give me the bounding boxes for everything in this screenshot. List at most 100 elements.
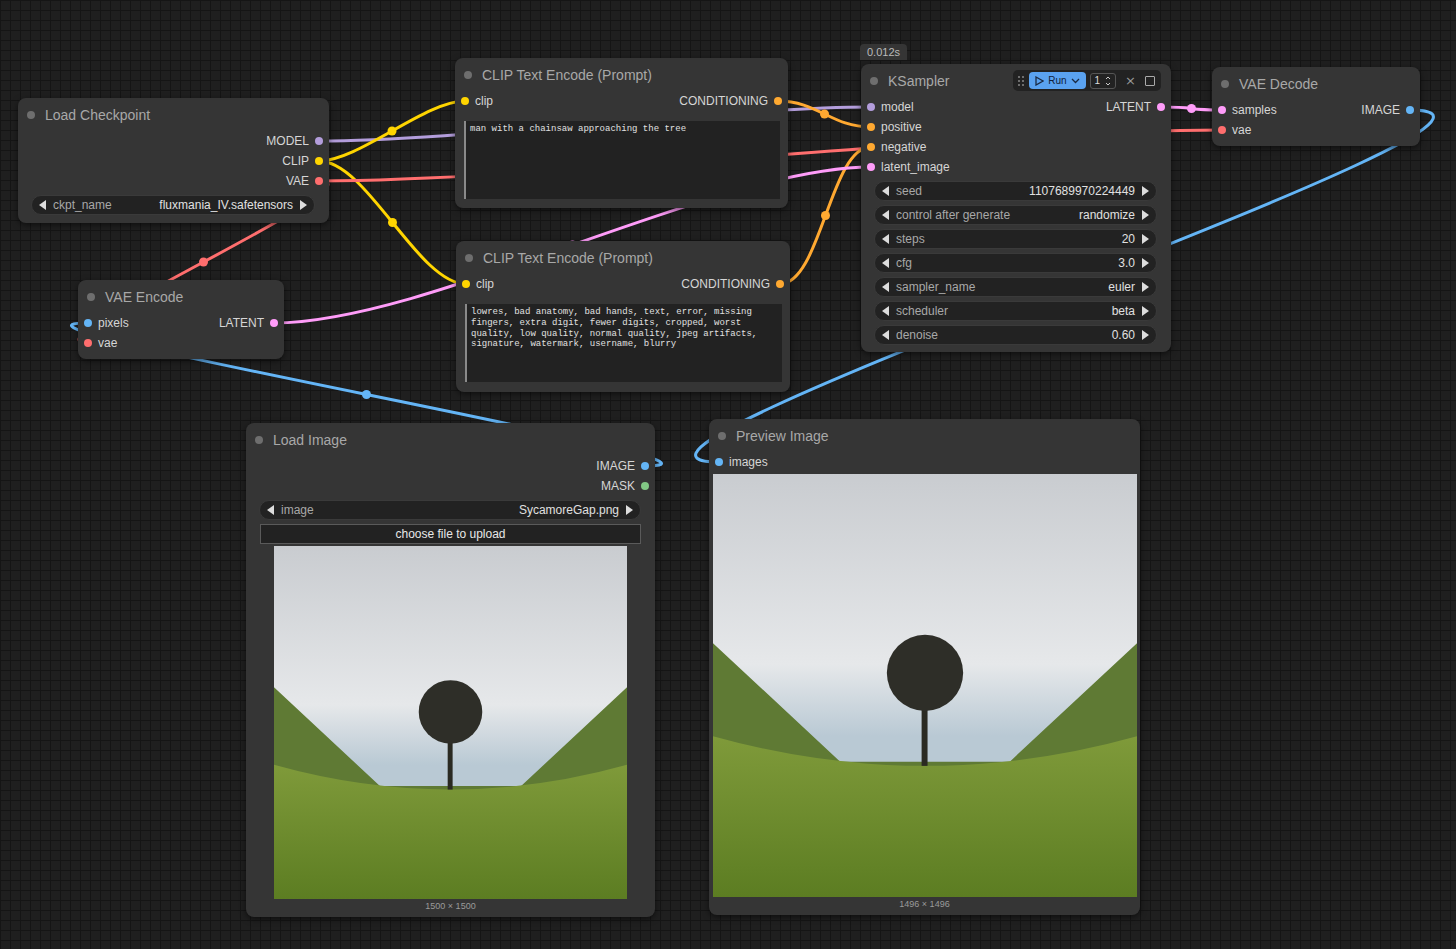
spinner-icon[interactable] bbox=[1105, 75, 1111, 87]
stop-icon[interactable] bbox=[1145, 76, 1155, 86]
input-slot[interactable]: model bbox=[861, 100, 914, 114]
slot-dot-icon[interactable] bbox=[84, 319, 92, 327]
upload-button[interactable]: choose file to upload bbox=[260, 524, 641, 544]
widget-field[interactable]: denoise0.60 bbox=[874, 325, 1157, 345]
slot-dot-icon[interactable] bbox=[1218, 106, 1226, 114]
slot-dot-icon[interactable] bbox=[84, 339, 92, 347]
graph-node[interactable]: VAE Encode pixels LATENT vae bbox=[78, 280, 284, 359]
slot-dot-icon[interactable] bbox=[867, 163, 875, 171]
input-slot[interactable]: samples bbox=[1212, 103, 1277, 117]
link-center-icon[interactable] bbox=[821, 211, 830, 220]
node-header[interactable]: CLIP Text Encode (Prompt) bbox=[455, 58, 788, 91]
graph-node[interactable]: CLIP Text Encode (Prompt) clip CONDITIONIN… bbox=[456, 241, 790, 392]
link-wire[interactable] bbox=[778, 101, 871, 127]
drag-handle-icon[interactable] bbox=[1017, 74, 1025, 88]
slot-dot-icon[interactable] bbox=[715, 458, 723, 466]
widget-field[interactable]: control after generaterandomize bbox=[874, 205, 1157, 225]
increment-arrow-icon[interactable] bbox=[1141, 234, 1149, 244]
link-center-icon[interactable] bbox=[362, 390, 371, 399]
decrement-arrow-icon[interactable] bbox=[882, 186, 890, 196]
graph-node[interactable]: Load Image IMAGE MASK imageSycamoreGap.png c… bbox=[246, 423, 655, 917]
decrement-arrow-icon[interactable] bbox=[882, 258, 890, 268]
input-slot[interactable]: clip bbox=[455, 94, 493, 108]
prompt-textarea[interactable]: lowres, bad anatomy, bad hands, text, er… bbox=[465, 304, 782, 382]
node-header[interactable]: CLIP Text Encode (Prompt) bbox=[456, 241, 790, 274]
graph-canvas[interactable]: Load CheckpointMODELCLIPVAEckpt_nameflux… bbox=[0, 0, 1456, 949]
input-slot[interactable]: positive bbox=[861, 120, 922, 134]
increment-arrow-icon[interactable] bbox=[1141, 282, 1149, 292]
widget-field[interactable]: seed1107689970224449 bbox=[874, 181, 1157, 201]
input-slot[interactable]: pixels bbox=[78, 316, 129, 330]
increment-arrow-icon[interactable] bbox=[299, 200, 307, 210]
increment-arrow-icon[interactable] bbox=[1141, 306, 1149, 316]
batch-count-input[interactable]: 1 bbox=[1090, 73, 1117, 89]
node-header[interactable]: VAE Decode bbox=[1212, 67, 1420, 100]
output-slot[interactable]: IMAGE bbox=[596, 459, 655, 473]
link-center-icon[interactable] bbox=[820, 110, 829, 119]
run-button[interactable]: Run bbox=[1029, 72, 1085, 89]
input-slot[interactable]: images bbox=[709, 455, 768, 469]
slot-dot-icon[interactable] bbox=[462, 280, 470, 288]
slot-dot-icon[interactable] bbox=[1406, 106, 1414, 114]
graph-node[interactable]: 0.012sKSamplerRun1×modelLATENTpositivene… bbox=[861, 64, 1171, 352]
increment-arrow-icon[interactable] bbox=[1141, 210, 1149, 220]
slot-dot-icon[interactable] bbox=[461, 97, 469, 105]
input-slot[interactable]: clip bbox=[456, 277, 494, 291]
node-header[interactable]: VAE Encode bbox=[78, 280, 284, 313]
chevron-down-icon[interactable] bbox=[1071, 78, 1080, 84]
slot-dot-icon[interactable] bbox=[315, 157, 323, 165]
input-slot[interactable]: latent_image bbox=[861, 160, 950, 174]
widget-field[interactable]: schedulerbeta bbox=[874, 301, 1157, 321]
collapse-dot-icon[interactable] bbox=[718, 432, 726, 440]
collapse-dot-icon[interactable] bbox=[465, 254, 473, 262]
decrement-arrow-icon[interactable] bbox=[882, 330, 890, 340]
decrement-arrow-icon[interactable] bbox=[882, 210, 890, 220]
widget-field[interactable]: imageSycamoreGap.png bbox=[259, 500, 641, 520]
prompt-textarea[interactable]: man with a chainsaw approaching the tree bbox=[464, 121, 780, 199]
slot-dot-icon[interactable] bbox=[776, 280, 784, 288]
output-slot[interactable]: CONDITIONING bbox=[681, 277, 790, 291]
slot-dot-icon[interactable] bbox=[774, 97, 782, 105]
slot-dot-icon[interactable] bbox=[641, 482, 649, 490]
widget-field[interactable]: steps20 bbox=[874, 229, 1157, 249]
graph-node[interactable]: Load CheckpointMODELCLIPVAEckpt_nameflux… bbox=[18, 98, 329, 223]
increment-arrow-icon[interactable] bbox=[625, 505, 633, 515]
slot-dot-icon[interactable] bbox=[641, 462, 649, 470]
output-slot[interactable]: MODEL bbox=[266, 134, 329, 148]
output-slot[interactable]: LATENT bbox=[1106, 100, 1171, 114]
increment-arrow-icon[interactable] bbox=[1141, 186, 1149, 196]
input-slot[interactable]: vae bbox=[78, 336, 117, 350]
slot-dot-icon[interactable] bbox=[315, 177, 323, 185]
cancel-button[interactable]: × bbox=[1120, 73, 1141, 88]
link-center-icon[interactable] bbox=[388, 127, 397, 136]
node-header[interactable]: Load Image bbox=[246, 423, 655, 456]
output-slot[interactable]: MASK bbox=[601, 479, 655, 493]
collapse-dot-icon[interactable] bbox=[255, 436, 263, 444]
output-slot[interactable]: IMAGE bbox=[1361, 103, 1420, 117]
decrement-arrow-icon[interactable] bbox=[882, 234, 890, 244]
graph-node[interactable]: Preview Imageimages1496 × 1496 bbox=[709, 419, 1140, 915]
node-header[interactable]: KSamplerRun1× bbox=[861, 64, 1171, 97]
widget-field[interactable]: ckpt_namefluxmania_IV.safetensors bbox=[31, 195, 315, 215]
link-center-icon[interactable] bbox=[1187, 104, 1196, 113]
link-center-icon[interactable] bbox=[388, 218, 397, 227]
input-slot[interactable]: negative bbox=[861, 140, 926, 154]
widget-field[interactable]: cfg3.0 bbox=[874, 253, 1157, 273]
collapse-dot-icon[interactable] bbox=[464, 71, 472, 79]
slot-dot-icon[interactable] bbox=[867, 143, 875, 151]
slot-dot-icon[interactable] bbox=[270, 319, 278, 327]
input-slot[interactable]: vae bbox=[1212, 123, 1251, 137]
collapse-dot-icon[interactable] bbox=[870, 77, 878, 85]
collapse-dot-icon[interactable] bbox=[87, 293, 95, 301]
output-slot[interactable]: LATENT bbox=[219, 316, 284, 330]
decrement-arrow-icon[interactable] bbox=[882, 306, 890, 316]
collapse-dot-icon[interactable] bbox=[27, 111, 35, 119]
increment-arrow-icon[interactable] bbox=[1141, 330, 1149, 340]
decrement-arrow-icon[interactable] bbox=[882, 282, 890, 292]
decrement-arrow-icon[interactable] bbox=[267, 505, 275, 515]
graph-node[interactable]: CLIP Text Encode (Prompt)clipCONDITIONIN… bbox=[455, 58, 788, 208]
decrement-arrow-icon[interactable] bbox=[39, 200, 47, 210]
node-header[interactable]: Preview Image bbox=[709, 419, 1140, 452]
output-slot[interactable]: CLIP bbox=[282, 154, 329, 168]
collapse-dot-icon[interactable] bbox=[1221, 80, 1229, 88]
